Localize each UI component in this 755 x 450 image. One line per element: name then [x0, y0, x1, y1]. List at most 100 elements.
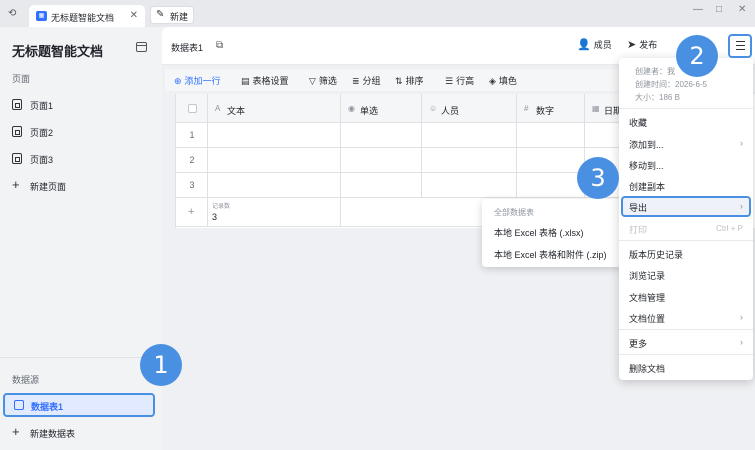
- more-menu-button[interactable]: [728, 34, 752, 58]
- column-header-text[interactable]: A 文本: [208, 94, 341, 123]
- row-height-label: 行高: [456, 76, 475, 86]
- new-datatable-button[interactable]: + 新建数据表: [12, 423, 152, 443]
- delete-doc-item[interactable]: 删除文档: [629, 362, 665, 375]
- plus-icon: +: [12, 177, 20, 192]
- sidebar-item-page3[interactable]: 页面3: [12, 149, 152, 169]
- publish-button[interactable]: ➤ 发布: [627, 38, 657, 54]
- export-item[interactable]: 导出: [629, 201, 647, 214]
- move-to-item[interactable]: 移动到...: [629, 159, 664, 172]
- table-cell[interactable]: [422, 148, 517, 173]
- doc-location-item[interactable]: 文档位置: [629, 312, 665, 325]
- sidebar: 无标题智能文档 页面 页面1 页面2 页面3 + 新建页面 数据源 数据表1 +…: [0, 27, 162, 450]
- sidebar-item-datatable1[interactable]: 数据表1: [3, 393, 155, 417]
- members-icon: 👤: [577, 39, 591, 51]
- column-header-number[interactable]: # 数字: [517, 94, 585, 123]
- send-icon: ➤: [627, 39, 637, 51]
- more-item[interactable]: 更多: [629, 337, 647, 350]
- doc-title[interactable]: 无标题智能文档: [12, 41, 103, 60]
- record-count-label: 记录数: [212, 204, 231, 210]
- column-header-label: 数字: [536, 106, 555, 116]
- new-tab-label: 新建: [170, 12, 189, 22]
- smart-doc-icon: ▦: [36, 11, 47, 21]
- chevron-right-icon: ›: [740, 201, 743, 211]
- table-cell[interactable]: [422, 173, 517, 198]
- minimize-button[interactable]: —: [693, 4, 703, 15]
- sidebar-item-label: 页面3: [30, 155, 54, 165]
- table-cell[interactable]: [341, 148, 422, 173]
- new-page-button[interactable]: + 新建页面: [12, 176, 152, 196]
- table-cell[interactable]: [517, 148, 585, 173]
- filter-label: 筛选: [318, 76, 337, 86]
- export-submenu: 全部数据表 本地 Excel 表格 (.xlsx) 本地 Excel 表格和附件…: [482, 199, 622, 267]
- datasource-heading: 数据源: [12, 375, 40, 385]
- column-header-single-select[interactable]: ◉ 单选: [341, 94, 422, 123]
- add-row-cell[interactable]: +: [176, 198, 208, 227]
- group-label: 分组: [362, 76, 381, 86]
- sort-button[interactable]: ⇅ 排序: [395, 74, 424, 87]
- sidebar-collapse-icon[interactable]: [136, 42, 147, 52]
- history-icon[interactable]: ⟲: [8, 8, 20, 20]
- table-cell[interactable]: [422, 123, 517, 148]
- add-row-button[interactable]: ⊕ 添加一行: [174, 74, 221, 87]
- favorite-item[interactable]: 收藏: [629, 116, 647, 129]
- tab-doc[interactable]: ▦ 无标题智能文档 ✕: [29, 5, 145, 27]
- settings-icon: ▤: [241, 76, 250, 86]
- number-icon: #: [524, 104, 529, 113]
- table-cell[interactable]: [208, 123, 341, 148]
- members-button[interactable]: 👤 成员: [577, 38, 612, 54]
- table-cell[interactable]: [341, 123, 422, 148]
- filter-icon: ▽: [309, 76, 316, 86]
- record-count-cell: 记录数 3: [208, 198, 341, 227]
- maximize-button[interactable]: □: [716, 4, 722, 15]
- close-window-button[interactable]: ✕: [738, 4, 746, 15]
- new-datatable-label: 新建数据表: [30, 429, 76, 439]
- select-all-cell: [176, 94, 208, 123]
- column-header-person[interactable]: ☺ 人员: [422, 94, 517, 123]
- page-icon: [12, 126, 22, 137]
- close-icon[interactable]: ✕: [130, 10, 138, 21]
- create-copy-item[interactable]: 创建副本: [629, 180, 665, 193]
- sort-label: 排序: [405, 76, 424, 86]
- table-name[interactable]: 数据表1: [171, 41, 203, 54]
- version-history-item[interactable]: 版本历史记录: [629, 248, 683, 261]
- tab-title: 无标题智能文档: [51, 13, 115, 23]
- browse-history-item[interactable]: 浏览记录: [629, 269, 665, 282]
- table-row[interactable]: 2: [176, 148, 208, 173]
- table-cell[interactable]: [341, 173, 422, 198]
- chevron-right-icon: ›: [740, 138, 743, 148]
- filter-button[interactable]: ▽ 筛选: [309, 74, 337, 87]
- table-cell[interactable]: [517, 173, 585, 198]
- divider: [619, 329, 753, 330]
- row-height-button[interactable]: ☰ 行高: [445, 74, 474, 87]
- chevron-right-icon: ›: [740, 312, 743, 322]
- doc-manage-item[interactable]: 文档管理: [629, 291, 665, 304]
- publish-label: 发布: [639, 40, 658, 50]
- table-cell[interactable]: [208, 173, 341, 198]
- export-zip-item[interactable]: 本地 Excel 表格和附件 (.zip): [494, 248, 607, 261]
- group-button[interactable]: ≣ 分组: [352, 74, 381, 87]
- edit-icon: ✎: [156, 9, 165, 20]
- column-header-label: 单选: [360, 106, 379, 116]
- sidebar-item-page1[interactable]: 页面1: [12, 95, 152, 115]
- table-row[interactable]: 1: [176, 123, 208, 148]
- created-time-info: 创建时间：2026-6-5: [635, 80, 708, 89]
- new-tab-button[interactable]: ✎ 新建: [150, 6, 194, 24]
- print-item: 打印: [629, 225, 648, 235]
- table-settings-button[interactable]: ▤ 表格设置: [241, 74, 289, 87]
- table-row[interactable]: 3: [176, 173, 208, 198]
- table-cell[interactable]: [208, 148, 341, 173]
- fill-color-button[interactable]: ◈ 填色: [489, 74, 517, 87]
- export-xlsx-item[interactable]: 本地 Excel 表格 (.xlsx): [494, 226, 584, 239]
- person-icon: ☺: [429, 104, 438, 113]
- sidebar-item-page2[interactable]: 页面2: [12, 122, 152, 142]
- add-to-item[interactable]: 添加到...: [629, 138, 664, 151]
- add-circle-icon: ⊕: [174, 76, 182, 86]
- table-cell[interactable]: [517, 123, 585, 148]
- copy-link-icon[interactable]: ⧉: [216, 40, 223, 51]
- select-all-checkbox[interactable]: [188, 104, 197, 113]
- submenu-heading: 全部数据表: [494, 208, 534, 217]
- title-bar: ⟲ ▦ 无标题智能文档 ✕ ✎ 新建 — □ ✕: [0, 0, 755, 27]
- row-number: 3: [189, 180, 195, 190]
- chevron-right-icon: ›: [740, 337, 743, 347]
- sort-icon: ⇅: [395, 76, 403, 86]
